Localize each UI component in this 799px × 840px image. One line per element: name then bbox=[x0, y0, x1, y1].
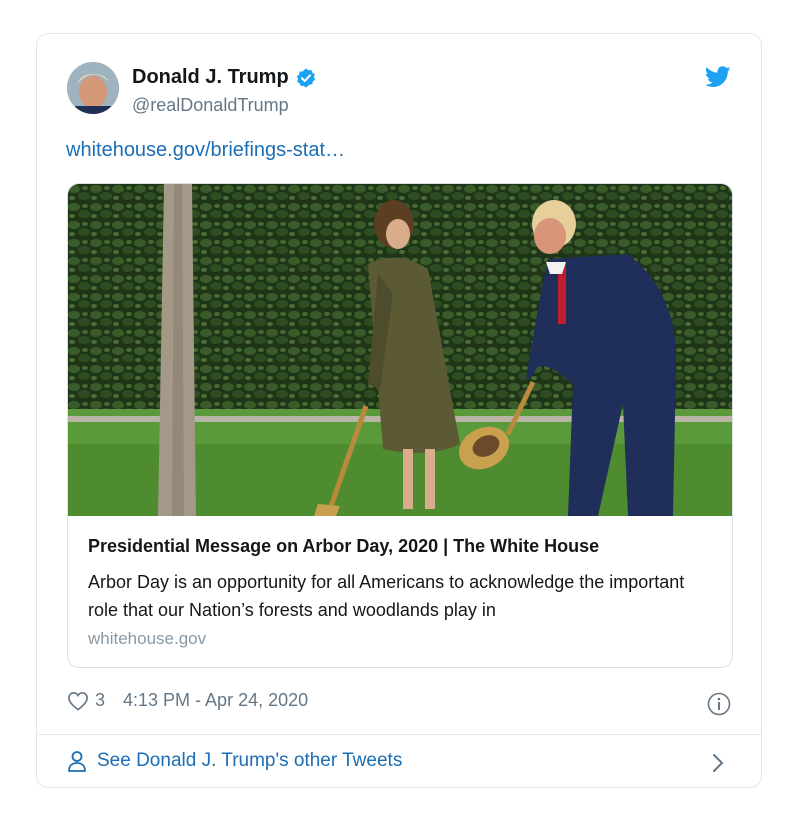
person-icon bbox=[68, 751, 86, 772]
author-row: Donald J. Trump bbox=[132, 66, 317, 89]
author-name[interactable]: Donald J. Trump bbox=[132, 66, 289, 89]
verified-badge-icon bbox=[296, 67, 315, 88]
see-other-tweets-label[interactable]: See Donald J. Trump's other Tweets bbox=[97, 750, 402, 772]
link-preview-card[interactable]: Presidential Message on Arbor Day, 2020 … bbox=[67, 183, 733, 668]
avatar[interactable] bbox=[67, 62, 119, 114]
preview-domain: whitehouse.gov bbox=[88, 629, 207, 648]
author-handle[interactable]: @realDonaldTrump bbox=[132, 95, 289, 116]
chevron-right-icon[interactable] bbox=[711, 752, 725, 774]
preview-photo bbox=[68, 184, 732, 516]
divider bbox=[37, 734, 761, 735]
embedded-tweet-card: Donald J. Trump @realDonaldTrump whiteho… bbox=[36, 33, 762, 788]
twitter-bird-icon[interactable] bbox=[705, 66, 731, 88]
like-count[interactable]: 3 bbox=[95, 690, 105, 711]
preview-title: Presidential Message on Arbor Day, 2020 … bbox=[88, 536, 600, 556]
tweet-link[interactable]: whitehouse.gov/briefings-stat… bbox=[66, 139, 345, 162]
preview-description: Arbor Day is an opportunity for all Amer… bbox=[88, 572, 685, 620]
avatar-image bbox=[67, 62, 119, 114]
see-other-tweets-link[interactable]: See Donald J. Trump's other Tweets bbox=[67, 750, 402, 772]
tweet-timestamp[interactable]: 4:13 PM - Apr 24, 2020 bbox=[123, 690, 308, 711]
info-icon[interactable] bbox=[707, 692, 731, 716]
preview-text-area: Presidential Message on Arbor Day, 2020 … bbox=[68, 516, 732, 667]
tweet-meta-row: 3 4:13 PM - Apr 24, 2020 bbox=[67, 690, 308, 711]
heart-icon[interactable] bbox=[67, 691, 89, 711]
